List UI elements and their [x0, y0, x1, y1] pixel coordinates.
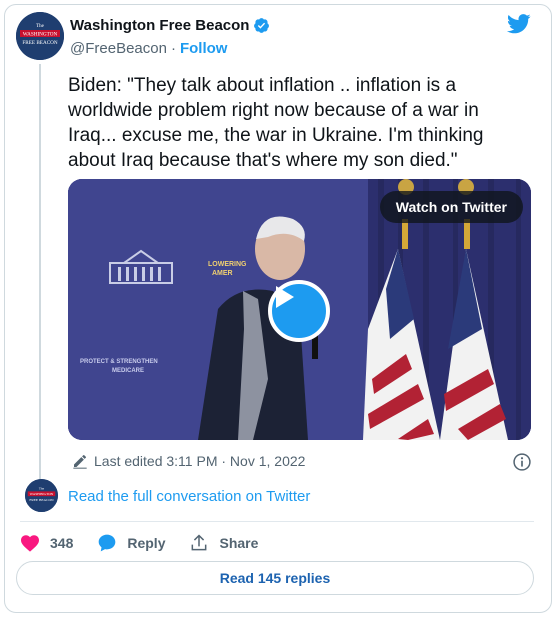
- watch-on-twitter-button[interactable]: Watch on Twitter: [379, 191, 523, 223]
- author-avatar[interactable]: The WASHINGTON FREE BEACON: [16, 12, 64, 60]
- tweet-text: Biden: "They talk about inflation .. inf…: [68, 75, 484, 171]
- play-button[interactable]: [268, 280, 330, 342]
- author-name[interactable]: Washington Free Beacon: [70, 17, 270, 34]
- author-handle[interactable]: @FreeBeacon: [70, 40, 167, 57]
- reply-bubble-icon: [99, 534, 116, 552]
- conversation-avatar[interactable]: The WASHINGTON FREE BEACON: [25, 479, 58, 512]
- avatar-logo-text: The: [39, 486, 45, 490]
- author-name-text[interactable]: Washington Free Beacon: [70, 17, 249, 34]
- avatar-logo-text: FREE BEACON: [29, 498, 54, 502]
- action-bar: 348 Reply Share: [20, 533, 282, 553]
- podium-text: PROTECT & STRENGTHEN: [80, 359, 158, 365]
- podium-text: MEDICARE: [112, 368, 144, 374]
- read-replies-button[interactable]: Read 145 replies: [16, 561, 534, 595]
- edited-timestamp[interactable]: Last edited 3:11 PM · Nov 1, 2022: [94, 453, 305, 469]
- twitter-bird-icon[interactable]: [507, 14, 531, 34]
- avatar-logo: The WASHINGTON FREE BEACON: [25, 479, 58, 512]
- reply-button[interactable]: Reply: [97, 533, 165, 553]
- avatar-logo-text: The: [36, 24, 45, 29]
- play-icon: [276, 286, 294, 308]
- banner-text: AMER: [212, 270, 233, 277]
- like-count[interactable]: 348: [50, 535, 73, 551]
- share-button[interactable]: Share: [189, 533, 258, 553]
- avatar-logo-text: WASHINGTON: [23, 32, 58, 38]
- separator-dot: ·: [170, 40, 176, 57]
- avatar-logo: The WASHINGTON FREE BEACON: [16, 12, 64, 60]
- share-icon: [192, 534, 207, 551]
- author-handle-row: @FreeBeacon · Follow: [70, 40, 227, 57]
- avatar-logo-text: WASHINGTON: [30, 492, 54, 496]
- read-conversation-link[interactable]: Read the full conversation on Twitter: [68, 488, 310, 505]
- reply-label[interactable]: Reply: [127, 535, 165, 551]
- thread-line: [39, 64, 41, 484]
- info-icon[interactable]: [512, 452, 532, 472]
- like-button[interactable]: 348: [20, 534, 73, 552]
- verified-badge-icon: [254, 18, 270, 33]
- video-thumbnail[interactable]: LOWERING AMER PROTECT & STRENGTHEN MEDIC…: [68, 179, 531, 440]
- heart-icon: [21, 535, 39, 552]
- share-label[interactable]: Share: [219, 535, 258, 551]
- follow-button[interactable]: Follow: [180, 40, 228, 57]
- avatar-logo-text: FREE BEACON: [22, 40, 58, 46]
- banner-text: LOWERING: [208, 261, 247, 268]
- pencil-icon: [73, 454, 87, 469]
- divider: [20, 521, 534, 522]
- edit-info[interactable]: Last edited 3:11 PM · Nov 1, 2022: [72, 453, 305, 469]
